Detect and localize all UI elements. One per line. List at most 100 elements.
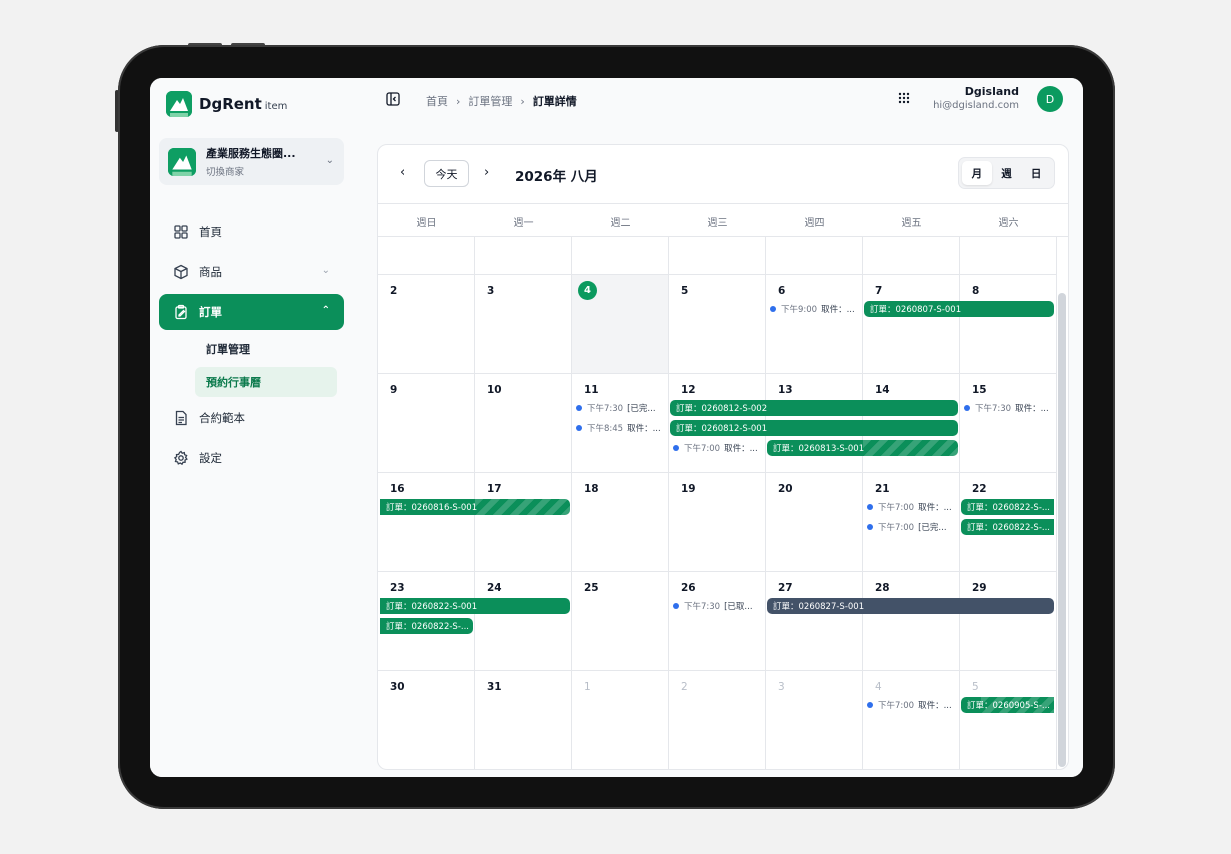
view-week-button[interactable]: 週 [992, 161, 1022, 185]
day-number[interactable]: 22 [972, 483, 987, 495]
sidebar-subitem-order-management[interactable]: 訂單管理 [195, 334, 337, 364]
day-number[interactable]: 12 [681, 384, 696, 396]
sidebar: DgRent item 產業服務生態圈... 切換商家 ⌄ 首頁 商品 ⌄ 訂單… [150, 78, 354, 777]
day-number[interactable]: 2 [681, 681, 688, 693]
day-number[interactable]: 31 [487, 681, 502, 693]
day-number[interactable]: 21 [875, 483, 890, 495]
brand-logo[interactable]: DgRent item [166, 91, 287, 117]
calendar-event[interactable]: 下午7:30 取件：... [964, 401, 1054, 415]
booking-calendar: ‹ 今天 › 2026年 八月 月 週 日 週日 週一 週二 週三 週四 週五 … [377, 144, 1069, 770]
sidebar-item-label: 合約範本 [199, 411, 245, 425]
breadcrumb-order-management[interactable]: 訂單管理 [468, 93, 512, 109]
order-bar[interactable]: 訂單：0260827-S-001 [767, 598, 1054, 614]
calendar-event[interactable]: 下午7:30 [已完... [576, 401, 666, 415]
breadcrumb-home[interactable]: 首頁 [426, 93, 448, 109]
day-number[interactable]: 15 [972, 384, 987, 396]
day-number[interactable]: 20 [778, 483, 793, 495]
calendar-toolbar: ‹ 今天 › 2026年 八月 月 週 日 [378, 145, 1068, 203]
order-bar[interactable]: 訂單：0260807-S-001 [864, 301, 1054, 317]
weekday-label: 週四 [804, 218, 825, 229]
weekday-label: 週一 [513, 218, 534, 229]
sidebar-collapse-icon[interactable] [386, 92, 400, 106]
event-dot-icon [867, 524, 873, 530]
view-month-button[interactable]: 月 [962, 161, 992, 185]
sidebar-subitem-label: 訂單管理 [206, 343, 250, 356]
day-number[interactable]: 10 [487, 384, 502, 396]
day-number[interactable]: 4 [875, 681, 882, 693]
weekday-label: 週六 [998, 218, 1019, 229]
day-number[interactable]: 11 [584, 384, 599, 396]
calendar-scrollbar[interactable] [1058, 293, 1066, 767]
avatar[interactable]: D [1037, 86, 1063, 112]
sidebar-subitem-booking-calendar[interactable]: 預約行事曆 [195, 367, 337, 397]
day-number[interactable]: 28 [875, 582, 890, 594]
day-number[interactable]: 3 [487, 285, 494, 297]
order-bar[interactable]: 訂單：0260816-S-001 [380, 499, 570, 515]
sidebar-item-home[interactable]: 首頁 [159, 214, 344, 250]
day-number[interactable]: 8 [972, 285, 979, 297]
day-number[interactable]: 9 [390, 384, 397, 396]
day-number[interactable]: 1 [584, 681, 591, 693]
calendar-event[interactable]: 下午7:00 [已完... [867, 520, 957, 534]
day-number[interactable]: 6 [778, 285, 785, 297]
apps-grid-icon[interactable] [897, 91, 911, 105]
day-number[interactable]: 29 [972, 582, 987, 594]
calendar-event[interactable]: 下午7:00 取件：... [673, 441, 763, 455]
day-number[interactable]: 7 [875, 285, 882, 297]
breadcrumb: 首頁 › 訂單管理 › 訂單詳情 [426, 93, 577, 109]
sidebar-item-settings[interactable]: 設定 [159, 440, 344, 476]
day-number[interactable]: 24 [487, 582, 502, 594]
day-number[interactable]: 18 [584, 483, 599, 495]
calendar-event[interactable]: 下午7:00 取件：... [867, 500, 957, 514]
day-number[interactable]: 25 [584, 582, 599, 594]
order-bar[interactable]: 訂單：0260905-S-... [961, 697, 1054, 713]
chevron-down-icon: ⌄ [321, 265, 330, 276]
merchant-switcher[interactable]: 產業服務生態圈... 切換商家 ⌄ [159, 138, 344, 185]
calendar-event[interactable]: 下午7:00 取件：... [867, 698, 957, 712]
order-bar[interactable]: 訂單：0260812-S-002 [670, 400, 958, 416]
day-number[interactable]: 13 [778, 384, 793, 396]
weekday-header: 週日 週一 週二 週三 週四 週五 週六 [378, 203, 1068, 237]
day-number[interactable]: 3 [778, 681, 785, 693]
brand-name: DgRent [199, 95, 262, 113]
calendar-event[interactable]: 下午7:30 [已取... [673, 599, 763, 613]
today-button[interactable]: 今天 [424, 160, 469, 187]
day-number[interactable]: 5 [972, 681, 979, 693]
order-bar[interactable]: 訂單：0260822-S-001 [380, 598, 570, 614]
chevron-right-icon: › [520, 94, 525, 108]
day-number[interactable]: 26 [681, 582, 696, 594]
day-number[interactable]: 16 [390, 483, 405, 495]
day-number[interactable]: 27 [778, 582, 793, 594]
event-dot-icon [770, 306, 776, 312]
order-bar[interactable]: 訂單：0260822-S-... [961, 519, 1054, 535]
today-badge[interactable]: 4 [578, 281, 597, 300]
order-bar[interactable]: 訂單：0260822-S-... [961, 499, 1054, 515]
next-month-button[interactable]: › [484, 165, 489, 180]
calendar-event[interactable]: 下午8:45 取件：... [576, 421, 666, 435]
sidebar-item-products[interactable]: 商品 ⌄ [159, 254, 344, 290]
sidebar-subitem-label: 預約行事曆 [206, 376, 261, 389]
day-number[interactable]: 17 [487, 483, 502, 495]
day-number[interactable]: 19 [681, 483, 696, 495]
day-number[interactable]: 2 [390, 285, 397, 297]
day-number[interactable]: 23 [390, 582, 405, 594]
user-info[interactable]: Dgisland hi@dgisland.com [933, 85, 1019, 111]
chevron-up-icon: ⌃ [321, 305, 330, 316]
breadcrumb-current: 訂單詳情 [532, 95, 577, 108]
weekday-label: 週五 [901, 218, 922, 229]
order-bar[interactable]: 訂單：0260822-S-... [380, 618, 473, 634]
day-number[interactable]: 14 [875, 384, 890, 396]
day-number[interactable]: 30 [390, 681, 405, 693]
clipboard-edit-icon [175, 304, 187, 320]
dashboard-icon [174, 225, 188, 239]
sidebar-item-orders[interactable]: 訂單 ⌃ [159, 294, 344, 330]
day-number[interactable]: 5 [681, 285, 688, 297]
sidebar-item-contract-templates[interactable]: 合約範本 [159, 400, 344, 436]
event-dot-icon [964, 405, 970, 411]
prev-month-button[interactable]: ‹ [400, 165, 405, 180]
view-switcher: 月 週 日 [958, 157, 1055, 189]
order-bar[interactable]: 訂單：0260812-S-001 [670, 420, 958, 436]
view-day-button[interactable]: 日 [1021, 161, 1051, 185]
order-bar[interactable]: 訂單：0260813-S-001 [767, 440, 958, 456]
calendar-event[interactable]: 下午9:00 取件：... [770, 302, 860, 316]
